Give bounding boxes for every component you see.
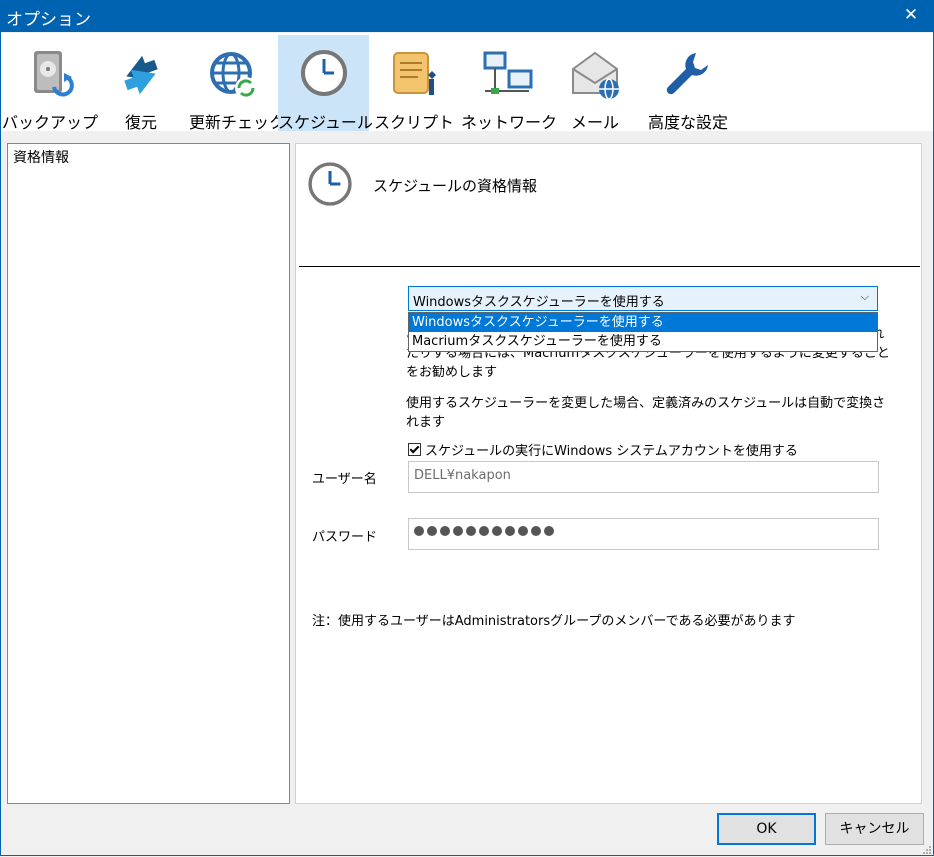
wrench-icon [666, 53, 708, 95]
tab-backup-label: バックアップ [1, 113, 98, 132]
resize-grip-icon[interactable] [922, 845, 932, 855]
tab-restore[interactable]: 復元 [99, 35, 183, 132]
tab-schedule-label: スケジュール [278, 113, 373, 132]
title-bar: オプション ✕ [0, 0, 934, 32]
backup-drive-icon [34, 51, 74, 97]
settings-panel: スケジュールの資格情報 あります。スケジュールしたバックアップが実行されなかった… [295, 143, 922, 804]
tab-network[interactable]: ネットワーク [461, 35, 558, 132]
ok-button[interactable]: OK [717, 813, 816, 845]
password-dot [440, 526, 450, 536]
scheduler-option-windows[interactable]: Windowsタスクスケジューラーを使用する [409, 313, 877, 332]
tab-script-label: スクリプト [373, 113, 454, 132]
tab-backup[interactable]: バックアップ [1, 35, 99, 132]
password-masked-value [414, 525, 557, 540]
administrators-note: 注：使用するユーザーはAdministratorsグループのメンバーである必要が… [312, 614, 796, 629]
scheduler-change-text: 使用するスケジューラーを変更した場合、定義済みのスケジュールは自動で変換されます [406, 396, 886, 430]
password-label: パスワード [312, 530, 378, 545]
close-icon[interactable]: ✕ [888, 0, 934, 32]
sidebar-item-credentials[interactable]: 資格情報 [13, 147, 69, 167]
password-dot [453, 526, 463, 536]
password-dot [479, 526, 489, 536]
checkbox-checked-icon [408, 443, 421, 456]
tab-network-label: ネットワーク [461, 113, 558, 132]
password-dot [492, 526, 502, 536]
tab-update-check-label: 更新チェック [189, 113, 286, 132]
page-title: スケジュールの資格情報 [373, 177, 537, 195]
clock-icon [300, 50, 347, 96]
password-dot [531, 526, 541, 536]
scheduler-select-value: Windowsタスクスケジューラーを使用する [413, 295, 665, 310]
header-divider [299, 266, 920, 267]
username-label: ユーザー名 [312, 472, 377, 487]
password-dot [505, 526, 515, 536]
password-dot [518, 526, 528, 536]
system-account-checkbox-label: スケジュールの実行にWindows システムアカウントを使用する [425, 444, 798, 459]
scheduler-option-macrium[interactable]: Macriumタスクスケジューラーを使用する [409, 332, 877, 351]
sidebar-list: 資格情報 [7, 143, 290, 804]
schedule-header-clock-icon [308, 162, 352, 206]
password-dot [414, 526, 424, 536]
tab-restore-label: 復元 [124, 113, 157, 132]
password-dot [427, 526, 437, 536]
password-dot [544, 526, 554, 536]
mail-icon [572, 51, 619, 100]
tab-mail[interactable]: メール [557, 35, 633, 132]
tab-update-check[interactable]: 更新チェック [189, 35, 286, 132]
cancel-button[interactable]: キャンセル [825, 813, 924, 845]
chevron-down-icon: ⌵ [860, 290, 869, 303]
password-field[interactable] [408, 518, 879, 550]
password-dot [466, 526, 476, 536]
tab-mail-label: メール [570, 113, 619, 132]
options-toolbar: バックアップ 復元 更新チェック スケジュール スクリプト ネットワーク メール… [1, 33, 933, 132]
tab-advanced-settings[interactable]: 高度な設定 [637, 35, 739, 132]
username-value: DELL¥nakapon [414, 468, 511, 483]
scheduler-dropdown-list: Windowsタスクスケジューラーを使用する Macriumタスクスケジューラー… [408, 312, 878, 352]
tab-advanced-settings-label: 高度な設定 [647, 113, 728, 132]
window-title: オプション [6, 10, 91, 30]
script-scroll-icon [393, 52, 436, 95]
tab-script[interactable]: スクリプト [371, 35, 457, 132]
username-field[interactable]: DELL¥nakapon [408, 461, 879, 493]
tab-schedule[interactable]: スケジュール [278, 35, 373, 132]
scheduler-select[interactable]: Windowsタスクスケジューラーを使用する ⌵ [408, 286, 878, 311]
update-globe-icon [210, 52, 257, 99]
system-account-checkbox[interactable]: スケジュールの実行にWindows システムアカウントを使用する [408, 440, 798, 459]
network-icon [483, 51, 533, 94]
restore-arrows-icon [124, 55, 158, 95]
